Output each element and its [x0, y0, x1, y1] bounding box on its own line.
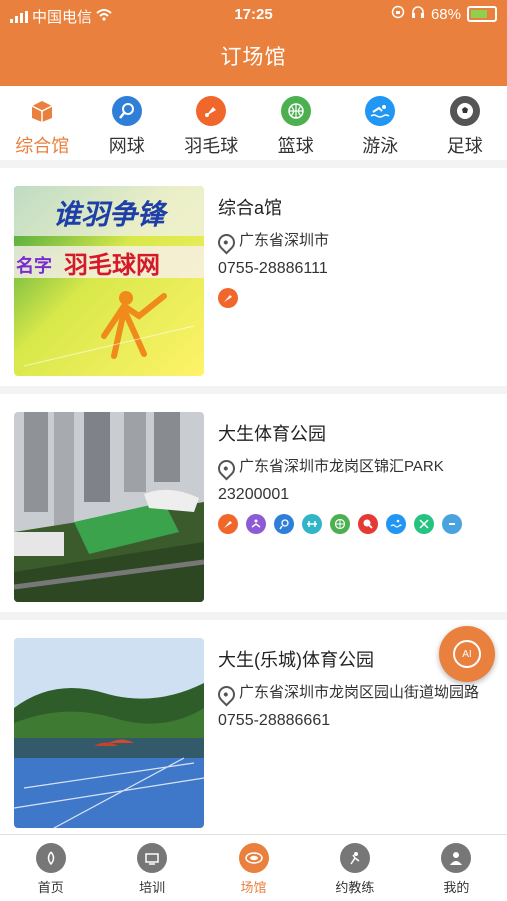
ai-bulb-icon: AI — [453, 640, 481, 668]
tab-basketball[interactable]: 篮球 — [254, 86, 339, 160]
badminton-icon — [218, 514, 238, 534]
battery-icon — [467, 6, 497, 22]
nav-coach[interactable]: 约教练 — [304, 835, 405, 901]
address-text: 广东省深圳市 — [239, 230, 329, 252]
venue-phone: 23200001 — [218, 486, 491, 504]
tab-tennis[interactable]: 网球 — [85, 86, 170, 160]
image-slogan: 谁羽争锋 — [53, 199, 169, 230]
venue-info: 综合a馆 广东省深圳市 0755-28886111 — [218, 194, 491, 308]
yoga-icon — [246, 514, 266, 534]
badminton-icon — [218, 288, 238, 308]
nav-training[interactable]: 培训 — [101, 835, 202, 901]
status-bar: 中国电信 17:25 68% — [0, 0, 507, 30]
nav-home[interactable]: 首页 — [0, 835, 101, 901]
nav-label: 场馆 — [241, 877, 267, 896]
location-pin-icon — [214, 456, 238, 480]
tab-label: 游泳 — [362, 132, 398, 158]
tab-label: 综合馆 — [15, 132, 69, 158]
venue-image — [14, 638, 204, 828]
swimming-icon — [365, 96, 395, 126]
section-divider — [0, 160, 507, 168]
category-tabs: 综合馆 网球 羽毛球 篮球 游泳 足球 — [0, 86, 507, 160]
tab-soccer[interactable]: 足球 — [423, 86, 507, 160]
venue-card[interactable]: 大生体育公园 广东省深圳市龙岗区锦汇PARK 23200001 — [0, 394, 507, 620]
address-text: 广东省深圳市龙岗区园山街道坳园路 — [239, 682, 479, 704]
nav-profile[interactable]: 我的 — [406, 835, 507, 901]
soccer-icon — [450, 96, 480, 126]
venue-card[interactable]: 谁羽争锋 名字 羽毛球网 综合a馆 广东省深圳市 0755-28886111 — [0, 168, 507, 394]
tab-badminton[interactable]: 羽毛球 — [169, 86, 254, 160]
venue-image: 谁羽争锋 名字 羽毛球网 — [14, 186, 204, 376]
venue-name: 大生体育公园 — [218, 420, 491, 446]
badminton-icon — [196, 96, 226, 126]
ai-assistant-button[interactable]: AI — [439, 626, 495, 682]
sport-tags — [218, 288, 491, 308]
tennis-icon — [274, 514, 294, 534]
venue-info: 大生体育公园 广东省深圳市龙岗区锦汇PARK 23200001 — [218, 420, 491, 534]
bottom-nav: 首页 培训 场馆 约教练 我的 — [0, 834, 507, 901]
swimming-icon — [386, 514, 406, 534]
image-badminton-text: 羽毛球网 — [64, 252, 160, 279]
tab-label: 足球 — [447, 132, 483, 158]
training-icon — [137, 843, 167, 873]
venue-address: 广东省深圳市龙岗区园山街道坳园路 — [218, 682, 491, 704]
venue-address: 广东省深圳市 — [218, 230, 491, 252]
nav-label: 首页 — [38, 877, 64, 896]
nav-label: 培训 — [139, 877, 165, 896]
tab-swimming[interactable]: 游泳 — [338, 86, 423, 160]
tennis-icon — [112, 96, 142, 126]
location-pin-icon — [214, 230, 238, 254]
table-tennis-icon — [358, 514, 378, 534]
venue-address: 广东省深圳市龙岗区锦汇PARK — [218, 456, 491, 478]
location-pin-icon — [214, 682, 238, 706]
venue-card[interactable]: 大生(乐城)体育公园 广东省深圳市龙岗区园山街道坳园路 0755-2888666… — [0, 620, 507, 860]
profile-icon — [441, 843, 471, 873]
more-sports-icon — [442, 514, 462, 534]
basketball-icon — [330, 514, 350, 534]
basketball-icon — [281, 96, 311, 126]
venue-icon — [239, 843, 269, 873]
nav-label: 我的 — [443, 877, 469, 896]
nav-label: 约教练 — [335, 877, 374, 896]
page-title: 订场馆 — [0, 30, 507, 86]
coach-icon — [340, 843, 370, 873]
headphones-icon — [411, 5, 425, 23]
home-icon — [36, 843, 66, 873]
tab-label: 篮球 — [278, 132, 314, 158]
venue-phone: 0755-28886661 — [218, 712, 491, 730]
battery-percent: 68% — [431, 6, 461, 23]
tab-comprehensive[interactable]: 综合馆 — [0, 86, 85, 160]
venue-image — [14, 412, 204, 602]
venue-phone: 0755-28886111 — [218, 260, 491, 278]
nav-venue[interactable]: 场馆 — [203, 835, 304, 901]
martial-arts-icon — [414, 514, 434, 534]
fitness-icon — [302, 514, 322, 534]
tab-label: 羽毛球 — [184, 132, 238, 158]
image-name-text: 名字 — [16, 255, 52, 276]
status-right: 68% — [391, 5, 497, 23]
venue-name: 综合a馆 — [218, 194, 491, 220]
sport-tags — [218, 514, 491, 534]
venue-list: 谁羽争锋 名字 羽毛球网 综合a馆 广东省深圳市 0755-28886111 — [0, 168, 507, 860]
building-box-icon — [27, 96, 57, 126]
address-text: 广东省深圳市龙岗区锦汇PARK — [239, 456, 444, 478]
tab-label: 网球 — [109, 132, 145, 158]
lock-rotation-icon — [391, 5, 405, 23]
